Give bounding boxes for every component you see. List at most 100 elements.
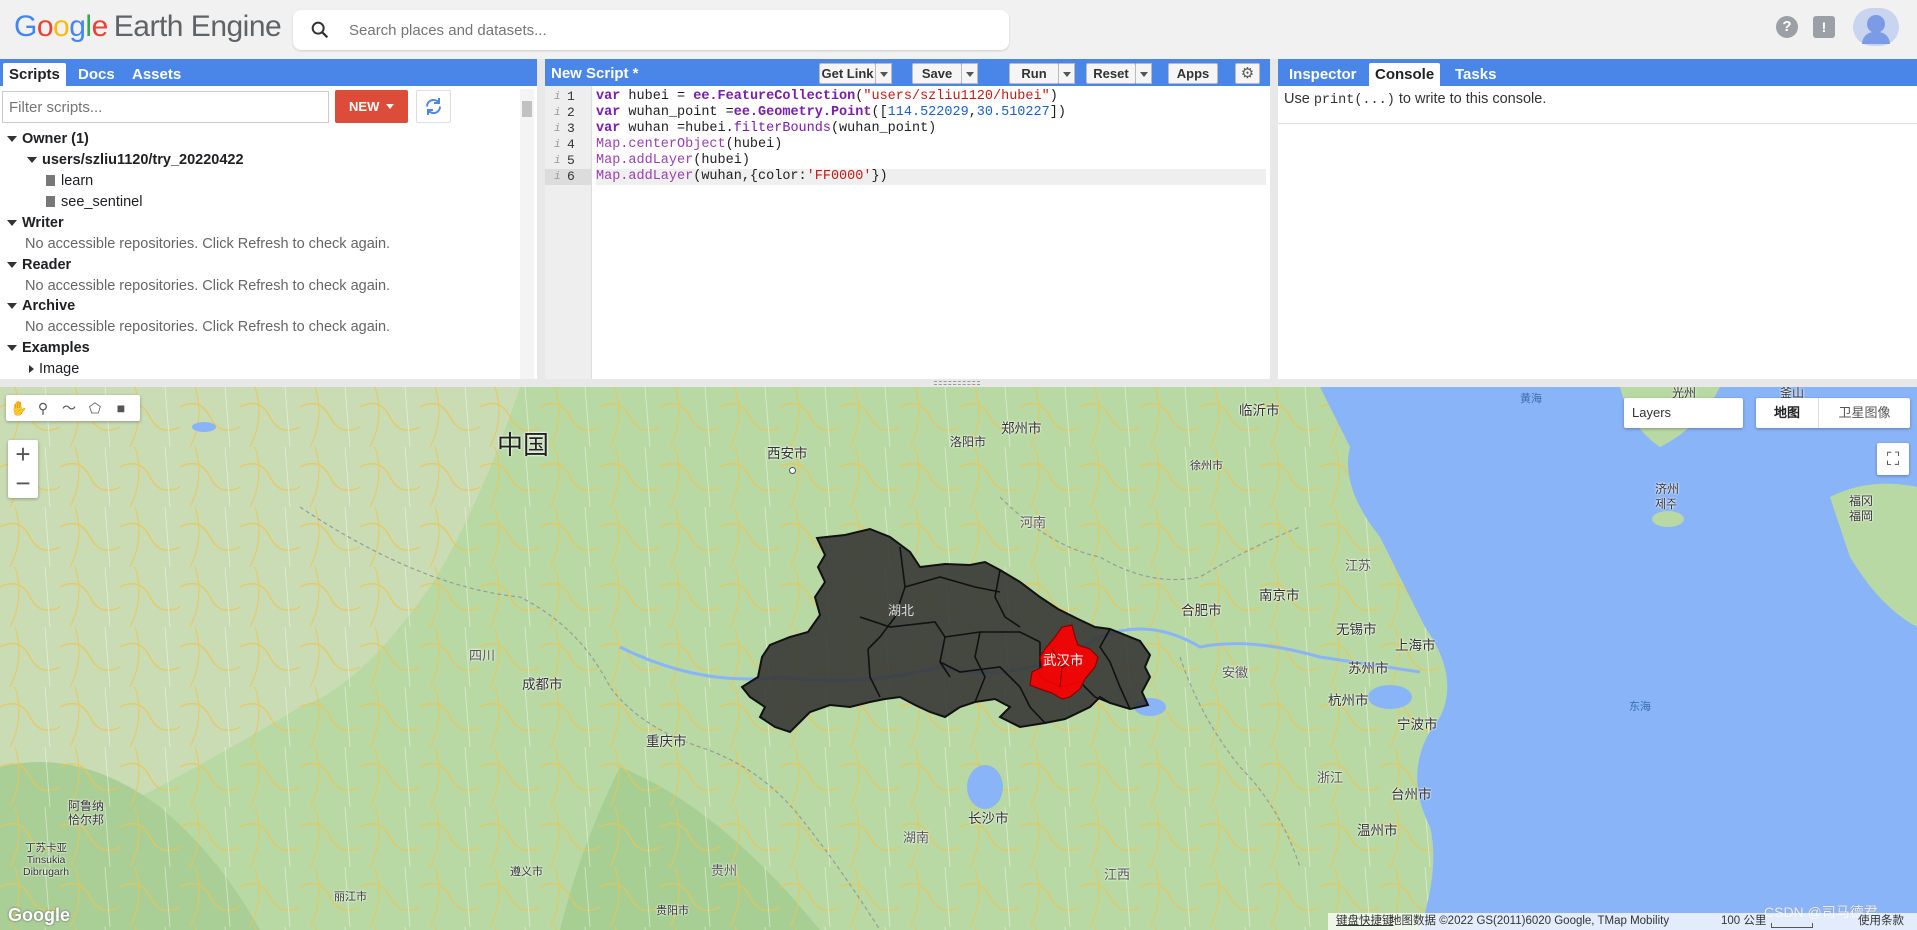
run-button[interactable]: Run	[1009, 63, 1059, 84]
file-icon	[46, 175, 55, 186]
new-button[interactable]: NEW	[335, 90, 408, 123]
search-box[interactable]	[293, 10, 1009, 50]
tree-archive[interactable]: Archive	[7, 296, 75, 317]
map-label-china: 中国	[497, 430, 550, 460]
tree-owner[interactable]: Owner (1)	[7, 129, 89, 150]
console-divider	[1278, 123, 1917, 124]
reset-dropdown[interactable]	[1136, 63, 1152, 84]
map-label-jeju: 济州 제주	[1655, 482, 1680, 511]
run-dropdown[interactable]	[1059, 63, 1075, 84]
tree-reader[interactable]: Reader	[7, 255, 71, 276]
map-type-map[interactable]: 地图	[1756, 398, 1818, 428]
pan-hand-icon[interactable]: ✋	[10, 399, 28, 417]
map-view[interactable]: 中国 西安市 郑州市 洛阳市 临沂市 徐州市 河南 江苏 湖北 武汉市 合肥市 …	[0, 387, 1917, 930]
tree-image[interactable]: Image	[29, 359, 79, 380]
splitter-grip[interactable]	[934, 381, 980, 385]
panel-divider-left[interactable]	[537, 59, 545, 379]
reader-message: No accessible repositories. Click Refres…	[25, 278, 391, 294]
panel-divider-right[interactable]	[1270, 59, 1278, 379]
tab-assets[interactable]: Assets	[126, 63, 187, 86]
draw-line-icon[interactable]: 〜	[60, 399, 78, 417]
filter-scripts-input[interactable]	[2, 91, 329, 123]
refresh-icon	[425, 98, 442, 115]
line-number: i5	[554, 153, 575, 168]
reset-button[interactable]: Reset	[1086, 63, 1136, 84]
map-label-lijiang: 丽江市	[334, 891, 367, 903]
scale-bar	[1771, 923, 1813, 928]
tree-owner-label: Owner (1)	[22, 131, 89, 147]
tab-docs[interactable]: Docs	[72, 63, 121, 86]
map-label-linyi: 临沂市	[1239, 403, 1280, 418]
map-splitter[interactable]	[0, 379, 1917, 387]
get-link-button[interactable]: Get Link	[819, 63, 876, 84]
code-editor-panel: New Script * Get Link Save Run Reset App…	[545, 59, 1270, 379]
code-line[interactable]: Map.addLayer(hubei)	[596, 153, 1266, 169]
apps-button[interactable]: Apps	[1168, 63, 1218, 84]
map-label-wenzhou: 温州市	[1357, 823, 1398, 838]
tree-writer[interactable]: Writer	[7, 213, 64, 234]
tab-tasks[interactable]: Tasks	[1449, 63, 1502, 86]
tab-scripts[interactable]: Scripts	[3, 63, 66, 86]
tree-reader-label: Reader	[22, 257, 72, 273]
map-label-hunan: 湖南	[903, 830, 930, 845]
fullscreen-icon[interactable]: ⛶	[1877, 443, 1909, 475]
earth-engine-logo[interactable]: Google Earth Engine	[14, 10, 282, 44]
code-area[interactable]: var hubei = ee.FeatureCollection("users/…	[596, 89, 1266, 217]
expand-icon	[27, 157, 37, 164]
code-line[interactable]: var hubei = ee.FeatureCollection("users/…	[596, 89, 1266, 105]
map-label-jiangsu: 江苏	[1345, 558, 1372, 573]
zoom-in-button[interactable]: +	[8, 440, 38, 469]
save-button[interactable]: Save	[912, 63, 962, 84]
get-link-dropdown[interactable]	[876, 63, 892, 84]
feedback-icon[interactable]: !	[1813, 16, 1835, 38]
tree-examples[interactable]: Examples	[7, 338, 90, 359]
expand-icon	[7, 262, 17, 269]
map-label-wuxi: 无锡市	[1336, 622, 1377, 637]
help-icon[interactable]: ?	[1776, 16, 1798, 38]
draw-polygon-icon[interactable]: ⬠	[86, 399, 104, 417]
refresh-button[interactable]	[416, 90, 451, 123]
code-line[interactable]: var wuhan =hubei.filterBounds(wuhan_poin…	[596, 121, 1266, 137]
tab-console[interactable]: Console	[1369, 63, 1441, 86]
map-label-guiyang: 贵阳市	[656, 905, 689, 917]
scrollbar-thumb[interactable]	[522, 101, 532, 117]
map-canvas	[0, 387, 1917, 930]
map-label-suzhou: 苏州市	[1348, 661, 1389, 676]
scripts-scrollbar[interactable]	[520, 89, 534, 379]
map-label-xian: 西安市	[767, 442, 808, 477]
line-number: i3	[554, 121, 575, 136]
map-label-hangzhou: 杭州市	[1328, 693, 1369, 708]
add-marker-icon[interactable]: ⚲	[34, 399, 52, 417]
tree-file-learn[interactable]: learn	[46, 171, 93, 192]
code-line[interactable]: Map.centerObject(hubei)	[596, 137, 1266, 153]
map-type-satellite[interactable]: 卫星图像	[1818, 398, 1910, 428]
map-label-luoyang: 洛阳市	[950, 435, 987, 449]
code-line[interactable]: var wuhan_point =ee.Geometry.Point([114.…	[596, 105, 1266, 121]
tree-repo[interactable]: users/szliu1120/try_20220422	[27, 150, 244, 171]
gear-icon[interactable]: ⚙	[1235, 63, 1260, 84]
map-label-zhengzhou: 郑州市	[1001, 421, 1042, 436]
map-label-wuhan: 武汉市	[1043, 653, 1084, 668]
tree-file-see-sentinel[interactable]: see_sentinel	[46, 192, 142, 213]
code-line-current[interactable]: Map.addLayer(wuhan,{color:'FF0000'})	[596, 169, 1266, 185]
map-label-chengdu: 成都市	[522, 677, 563, 692]
new-button-label: NEW	[349, 99, 380, 114]
line-number: i2	[554, 105, 575, 120]
map-label-zhejiang: 浙江	[1317, 770, 1344, 785]
map-label-huanghai: 黄海	[1520, 393, 1542, 405]
layers-button[interactable]: Layers	[1624, 398, 1743, 428]
account-avatar[interactable]	[1853, 8, 1899, 46]
search-input[interactable]	[349, 18, 989, 42]
map-label-henan: 河南	[1020, 515, 1047, 530]
save-dropdown[interactable]	[962, 63, 978, 84]
product-name: Earth Engine	[113, 10, 282, 43]
map-attribution: 键盘快捷键 地图数据 ©2022 GS(2011)6020 Google, TM…	[1328, 913, 1917, 930]
zoom-out-button[interactable]: −	[8, 469, 38, 498]
draw-rectangle-icon[interactable]: ■	[112, 399, 130, 417]
map-label-jiangxi: 江西	[1104, 867, 1131, 882]
keyboard-shortcuts-link[interactable]: 键盘快捷键	[1336, 913, 1394, 930]
tab-inspector[interactable]: Inspector	[1283, 63, 1363, 86]
expand-icon	[7, 303, 17, 310]
archive-message: No accessible repositories. Click Refres…	[25, 319, 391, 335]
terms-link[interactable]: 使用条款	[1858, 913, 1904, 930]
